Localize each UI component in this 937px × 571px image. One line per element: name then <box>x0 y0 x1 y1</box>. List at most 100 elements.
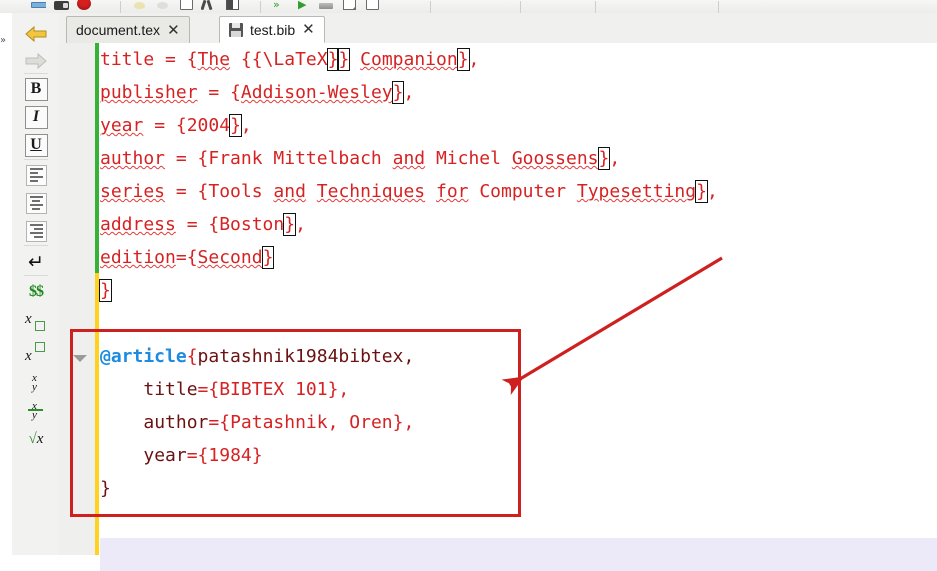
code-token: ={Patashnik, Oren}, <box>208 412 415 433</box>
square-root-icon: √x <box>28 430 44 447</box>
italic-button[interactable]: I <box>22 104 50 130</box>
close-icon[interactable]: ✕ <box>302 22 315 37</box>
code-token: year <box>143 445 187 466</box>
tools-cross-icon[interactable] <box>201 0 217 13</box>
tab-document-tex[interactable]: document.tex ✕ <box>66 16 190 43</box>
align-right-icon <box>25 220 47 242</box>
line-edition[interactable]: edition={Second} <box>100 241 937 274</box>
tab-label: test.bib <box>250 21 296 38</box>
undo-arrow-icon <box>25 25 47 43</box>
code-token: Techniques <box>316 181 426 202</box>
green-double-arrow-icon[interactable]: » <box>272 0 288 13</box>
fraction-small-button[interactable]: x y <box>22 369 50 395</box>
line-title[interactable]: title = {The {{\LaTeX}} Companion}, <box>100 43 937 76</box>
line-article-title[interactable]: title={BIBTEX 101}, <box>100 373 937 406</box>
underline-button[interactable]: U <box>22 132 50 158</box>
code-token: title <box>100 49 155 70</box>
page-tear-icon[interactable] <box>364 0 380 13</box>
code-token: year <box>100 115 144 136</box>
code-token: } <box>391 81 405 104</box>
half-filled-box-icon[interactable] <box>224 0 240 13</box>
math-inline-button[interactable]: $$ <box>22 279 50 305</box>
code-token: publisher <box>100 82 198 103</box>
code-token: Second <box>197 247 263 268</box>
tab-test-bib[interactable]: test.bib ✕ <box>219 16 325 43</box>
save-floppy-icon <box>229 22 243 37</box>
code-token: , <box>403 82 415 103</box>
line-blank-1[interactable] <box>100 307 937 340</box>
line-close-brace-1[interactable]: } <box>99 274 937 307</box>
sqrt-button[interactable]: √x <box>22 426 50 452</box>
blue-bar-icon[interactable] <box>30 0 46 13</box>
line-article-author[interactable]: author={Patashnik, Oren}, <box>100 406 937 439</box>
code-token: Companion <box>360 49 458 70</box>
redo-button[interactable] <box>22 48 50 74</box>
code-token: } <box>456 48 470 71</box>
newline-button[interactable]: ↵ <box>22 249 50 275</box>
align-left-icon <box>25 164 47 186</box>
editor-text-area[interactable]: title = {The {{\LaTeX}} Companion}, publi… <box>99 43 937 555</box>
align-center-button[interactable] <box>22 190 50 216</box>
line-year[interactable]: year = {2004}, <box>100 109 937 142</box>
align-left-button[interactable] <box>22 162 50 188</box>
superscript-button[interactable]: x <box>22 339 50 365</box>
fraction-bar-icon: x y <box>25 399 47 421</box>
code-token: The <box>197 49 231 70</box>
gray-blob-icon[interactable] <box>155 0 171 13</box>
code-token: @article <box>100 346 187 367</box>
code-token: Addison-Wesley <box>240 82 393 103</box>
fraction-plain-icon: x y <box>32 372 37 393</box>
code-token: author <box>143 412 209 433</box>
code-token: = {Tools <box>165 181 274 202</box>
gray-bar-icon[interactable] <box>318 0 334 13</box>
underline-u-icon: U <box>24 133 48 157</box>
code-token: } <box>695 180 708 203</box>
double-dollar-icon: $$ <box>29 283 44 300</box>
code-token: author <box>100 148 166 169</box>
subscript-button[interactable]: x <box>22 309 50 335</box>
line-address[interactable]: address = {Boston}, <box>100 208 937 241</box>
line-article[interactable]: @article{patashnik1984bibtex, <box>100 340 937 373</box>
code-token: address <box>100 214 176 235</box>
undo-button[interactable] <box>22 21 50 47</box>
line-close-brace-2[interactable]: } <box>100 472 937 505</box>
camera-icon[interactable] <box>53 0 69 13</box>
code-token: , <box>468 49 480 70</box>
code-token: Computer <box>468 181 577 202</box>
page-outline-icon[interactable] <box>178 0 194 13</box>
document-tab-bar: document.tex ✕ test.bib ✕ <box>59 13 937 44</box>
close-icon[interactable]: ✕ <box>167 22 180 38</box>
code-token: patashnik1984bibtex, <box>197 346 415 367</box>
code-token: series <box>100 181 166 202</box>
expand-panel-button[interactable]: » <box>0 35 12 46</box>
code-editor[interactable]: title = {The {{\LaTeX}} Companion}, publi… <box>59 43 937 571</box>
code-fold-triangle-icon[interactable] <box>73 355 87 362</box>
code-token: title <box>143 379 198 400</box>
align-right-button[interactable] <box>22 218 50 244</box>
record-red-circle-icon[interactable] <box>76 0 92 13</box>
code-token: = { <box>154 49 198 70</box>
code-token: } <box>229 114 242 137</box>
bold-button[interactable]: B <box>22 76 50 102</box>
green-arrow-icon[interactable]: ▶ <box>295 0 311 13</box>
yellow-blob-icon[interactable] <box>132 0 148 13</box>
code-token: and <box>392 148 426 169</box>
page-camera-icon[interactable] <box>341 0 357 13</box>
line-publisher[interactable]: publisher = {Addison-Wesley}, <box>100 76 937 109</box>
editor-gutter <box>59 43 95 555</box>
format-toolbar: B I U ↵ $$ x x x y x y √x <box>12 13 60 555</box>
code-token: = {Frank Mittelbach <box>165 148 393 169</box>
line-series[interactable]: series = {Tools and Techniques for Compu… <box>100 175 937 208</box>
code-token: edition <box>100 247 176 268</box>
change-bar-yellow <box>95 273 99 555</box>
line-author[interactable]: author = {Frank Mittelbach and Michel Go… <box>100 142 937 175</box>
subscript-icon: x <box>23 311 49 333</box>
code-token: , <box>706 181 718 202</box>
change-bar-green <box>95 43 99 273</box>
latex-editor-window: » ▶ » B I U ↵ $$ x x x y x y √x document… <box>0 0 937 571</box>
redo-arrow-icon <box>25 52 47 70</box>
fraction-bar-button[interactable]: x y <box>22 397 50 423</box>
line-article-year[interactable]: year={1984} <box>100 439 937 472</box>
